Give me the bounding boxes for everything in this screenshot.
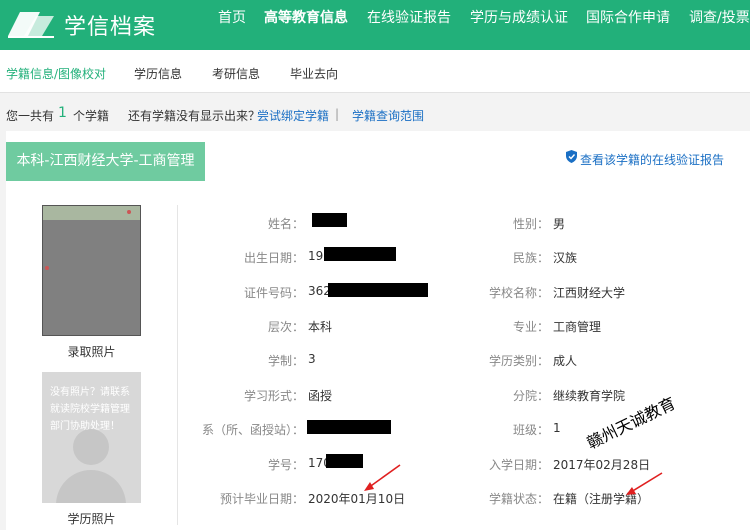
field-label-birthdate: 出生日期： — [243, 251, 304, 265]
field-label-degree-type: 学历类别： — [488, 354, 549, 368]
field-label-school: 学校名称： — [488, 286, 549, 300]
field-label-enrollment-date: 入学日期： — [488, 458, 549, 472]
field-value-class: 1 — [553, 421, 561, 435]
no-photo-message: 没有照片？请联系就读院校学籍管理部门协助处理！ — [50, 387, 130, 432]
field-label-gender: 性别： — [512, 217, 549, 231]
field-label-major: 专业： — [512, 320, 549, 334]
sub-nav: 学籍信息/图像校对 学历信息 考研信息 毕业去向 — [0, 50, 750, 93]
nav-online-report[interactable]: 在线验证报告 — [367, 0, 451, 50]
admission-photo-label: 录取照片 — [67, 345, 116, 359]
top-nav-bar: 学信档案 首页 高等教育信息 在线验证报告 学历与成绩认证 国际合作申请 调查/… — [0, 0, 750, 50]
logo-icon[interactable] — [6, 6, 56, 40]
avatar-icon — [73, 429, 109, 465]
column-divider — [177, 205, 178, 525]
field-label-expected-graduation: 预计毕业日期： — [219, 492, 304, 506]
nav-survey[interactable]: 调查/投票 — [689, 0, 750, 50]
redaction-bar — [312, 213, 347, 227]
shield-icon — [566, 150, 577, 163]
tab-exam-info[interactable]: 考研信息 — [212, 65, 260, 82]
photo-detail — [45, 266, 49, 270]
field-label-id-number: 证件号码： — [243, 286, 304, 300]
field-label-status: 学籍状态： — [488, 492, 549, 506]
field-label-class: 班级： — [512, 423, 549, 437]
nav-certification[interactable]: 学历与成绩认证 — [470, 0, 568, 50]
redaction-bar — [328, 283, 428, 297]
field-label-level: 层次： — [267, 320, 304, 334]
nav-home[interactable]: 首页 — [218, 0, 246, 50]
field-label-department: 系（所、函授站）： — [201, 423, 304, 437]
degree-photo-placeholder: 没有照片？请联系就读院校学籍管理部门协助处理！ — [42, 372, 141, 503]
photo-detail — [127, 210, 131, 214]
field-value-school: 江西财经大学 — [553, 286, 626, 300]
count-prefix: 您一共有 — [6, 109, 55, 123]
field-value-duration: 3 — [308, 352, 316, 366]
verify-report-link[interactable]: 查看该学籍的在线验证报告 — [566, 150, 725, 168]
field-value-birthdate: 19 — [308, 249, 324, 263]
field-label-name: 姓名： — [267, 217, 304, 231]
record-count-bar: 您一共有 1 个学籍 还有学籍没有显示出来？ 尝试绑定学籍 | 学籍查询范围 — [0, 100, 750, 124]
nav-higher-education[interactable]: 高等教育信息 — [264, 0, 348, 50]
admission-photo — [42, 205, 141, 336]
field-value-study-mode: 函授 — [308, 389, 333, 403]
field-label-college: 分院： — [512, 389, 549, 403]
arrow-icon — [626, 472, 663, 495]
field-value-gender: 男 — [553, 217, 566, 231]
field-label-ethnicity: 民族： — [512, 251, 549, 265]
field-value-college: 继续教育学院 — [553, 389, 626, 403]
field-value-degree-type: 成人 — [553, 354, 578, 368]
tab-degree-info[interactable]: 学历信息 — [134, 65, 182, 82]
separator: | — [335, 107, 340, 121]
nav-international[interactable]: 国际合作申请 — [586, 0, 670, 50]
field-value-ethnicity: 汉族 — [553, 251, 578, 265]
query-range-link[interactable]: 学籍查询范围 — [352, 107, 424, 124]
bind-record-link[interactable]: 尝试绑定学籍 — [257, 107, 329, 124]
field-label-duration: 学制： — [267, 354, 304, 368]
field-value-level: 本科 — [308, 320, 333, 334]
redaction-bar — [326, 454, 363, 468]
tab-enrollment-info[interactable]: 学籍信息/图像校对 — [6, 65, 106, 82]
field-label-student-id: 学号： — [267, 458, 304, 472]
avatar-body — [56, 470, 126, 503]
tab-graduation-destination[interactable]: 毕业去向 — [290, 65, 338, 82]
redaction-bar — [307, 420, 391, 434]
brand-name[interactable]: 学信档案 — [64, 9, 156, 41]
field-label-study-mode: 学习形式： — [243, 389, 304, 403]
verify-report-label: 查看该学籍的在线验证报告 — [580, 153, 725, 167]
redaction-bar — [324, 247, 396, 261]
degree-photo-label: 学历照片 — [67, 512, 116, 526]
missing-question: 还有学籍没有显示出来？ — [128, 109, 261, 123]
field-value-major: 工商管理 — [553, 320, 602, 334]
record-count: 1 — [58, 105, 67, 121]
record-title-tab[interactable]: 本科-江西财经大学-工商管理 — [6, 142, 205, 181]
count-suffix: 个学籍 — [73, 109, 110, 123]
arrow-icon — [364, 464, 401, 491]
